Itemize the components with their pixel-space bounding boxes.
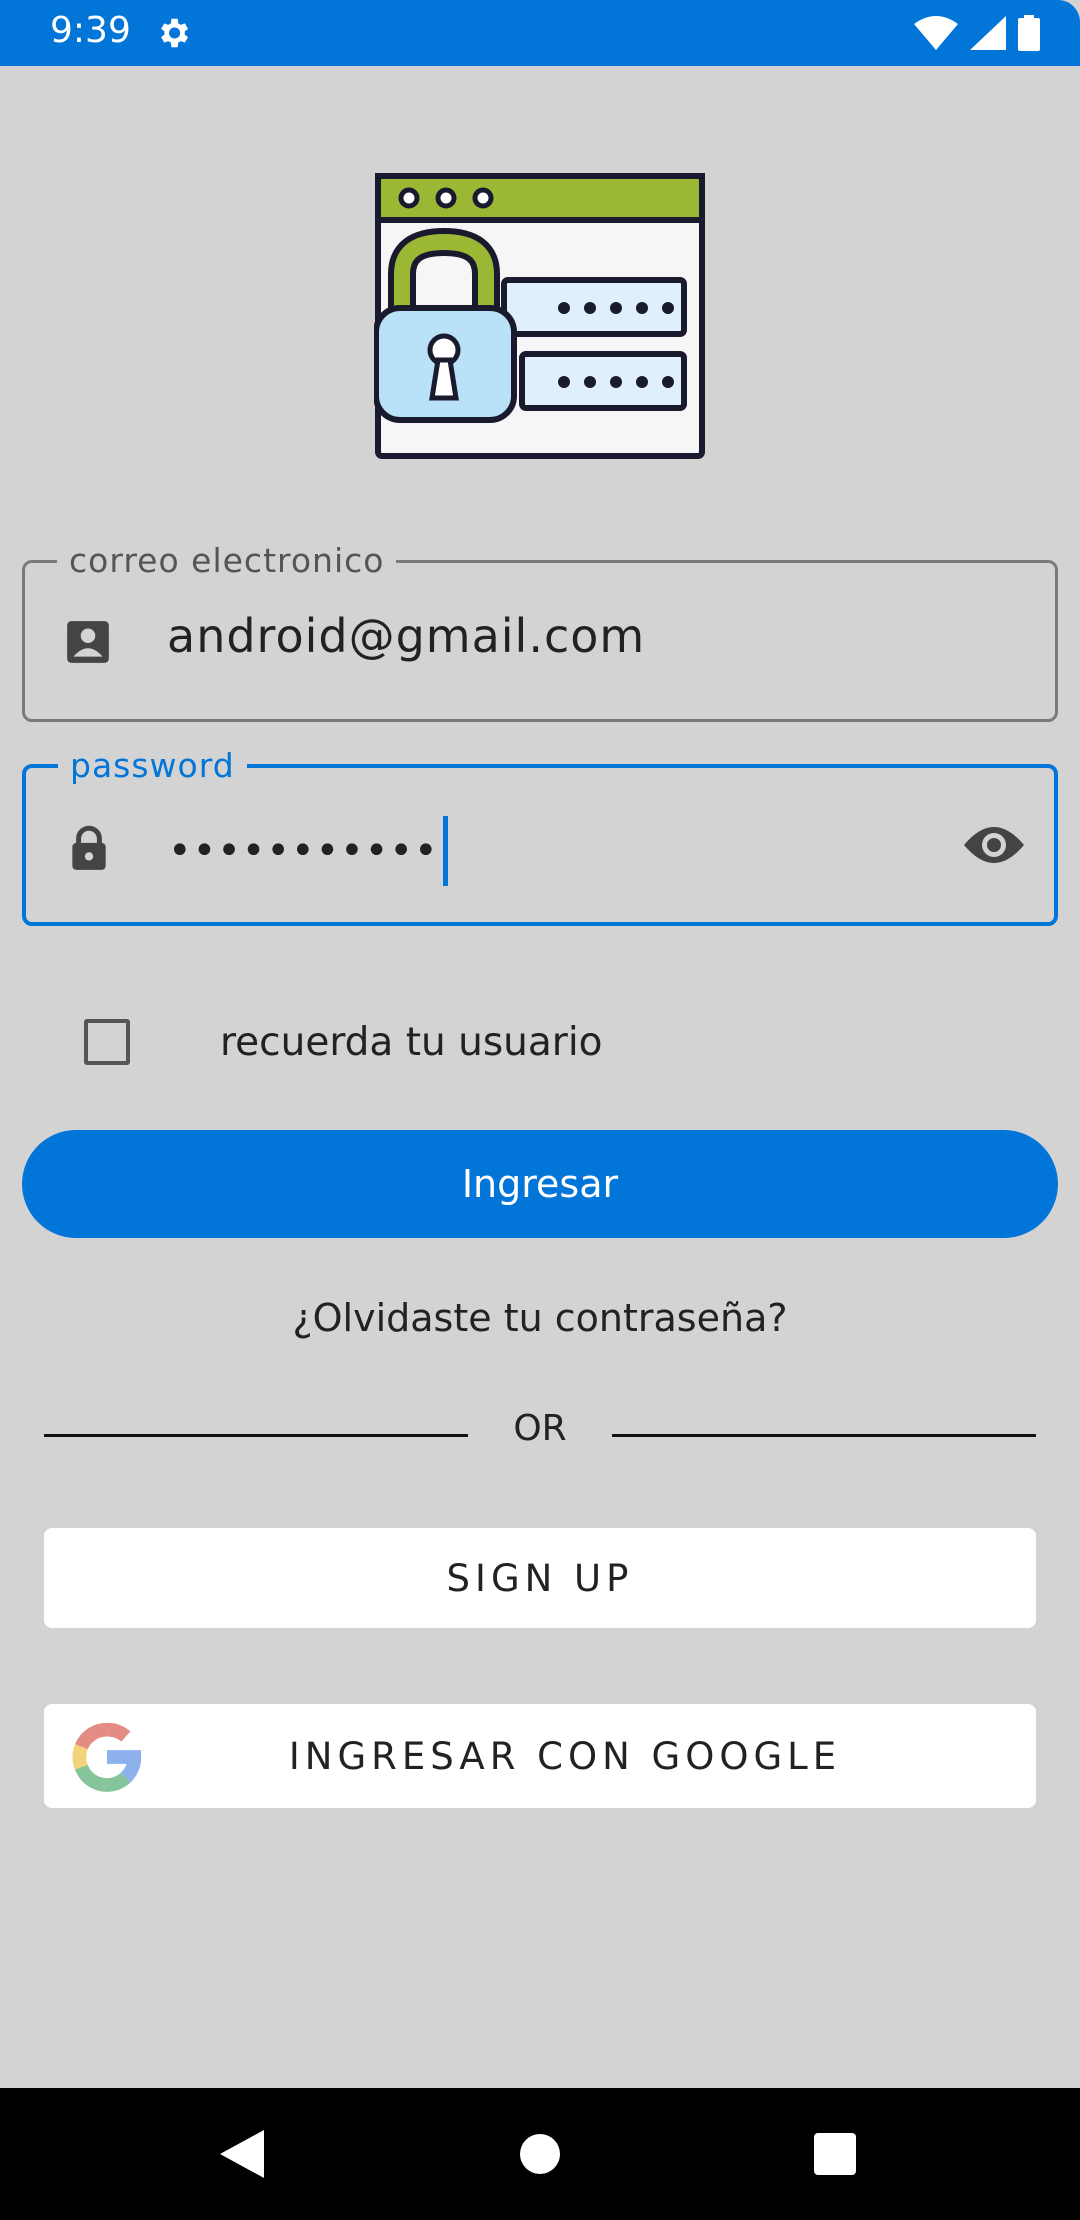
email-value: android@gmail.com — [167, 609, 646, 663]
password-field[interactable]: password ••••••••••• — [22, 746, 1058, 926]
email-field[interactable]: correo electronico android@gmail.com — [22, 541, 1058, 722]
status-bar: 9:39 — [0, 0, 1080, 66]
home-icon[interactable] — [520, 2134, 560, 2174]
contact-card-icon — [67, 621, 109, 663]
text-cursor — [442, 816, 448, 886]
password-label: password — [58, 746, 247, 785]
or-label: OR — [513, 1408, 567, 1449]
google-logo-icon — [72, 1722, 142, 1792]
gear-icon — [161, 18, 189, 48]
signal-icon — [970, 16, 1006, 50]
password-masked-text: ••••••••••• — [168, 828, 439, 874]
status-time: 9:39 — [50, 10, 131, 51]
email-label: correo electronico — [57, 541, 397, 580]
divider-right — [612, 1434, 1036, 1437]
signup-button[interactable]: SIGN UP — [44, 1528, 1036, 1628]
status-icons — [914, 14, 1040, 52]
google-signin-label: INGRESAR CON GOOGLE — [288, 1734, 842, 1778]
recents-icon[interactable] — [814, 2133, 856, 2175]
signup-label: SIGN UP — [446, 1556, 634, 1600]
remember-checkbox[interactable] — [84, 1019, 130, 1065]
lock-icon — [72, 825, 106, 870]
navigation-bar — [0, 2088, 1080, 2220]
login-button[interactable]: Ingresar — [22, 1130, 1058, 1238]
remember-row[interactable]: recuerda tu usuario — [84, 1012, 603, 1072]
login-illustration — [374, 173, 705, 459]
divider-left — [44, 1434, 468, 1437]
google-signin-button[interactable]: INGRESAR CON GOOGLE — [44, 1704, 1036, 1808]
battery-icon — [1018, 15, 1040, 51]
password-value: ••••••••••• — [168, 816, 448, 886]
wifi-icon — [914, 16, 958, 50]
eye-icon[interactable] — [962, 820, 1026, 870]
back-icon[interactable] — [220, 2130, 264, 2178]
remember-label: recuerda tu usuario — [220, 1019, 603, 1065]
forgot-password-link[interactable]: ¿Olvidaste tu contraseña? — [0, 1296, 1080, 1340]
